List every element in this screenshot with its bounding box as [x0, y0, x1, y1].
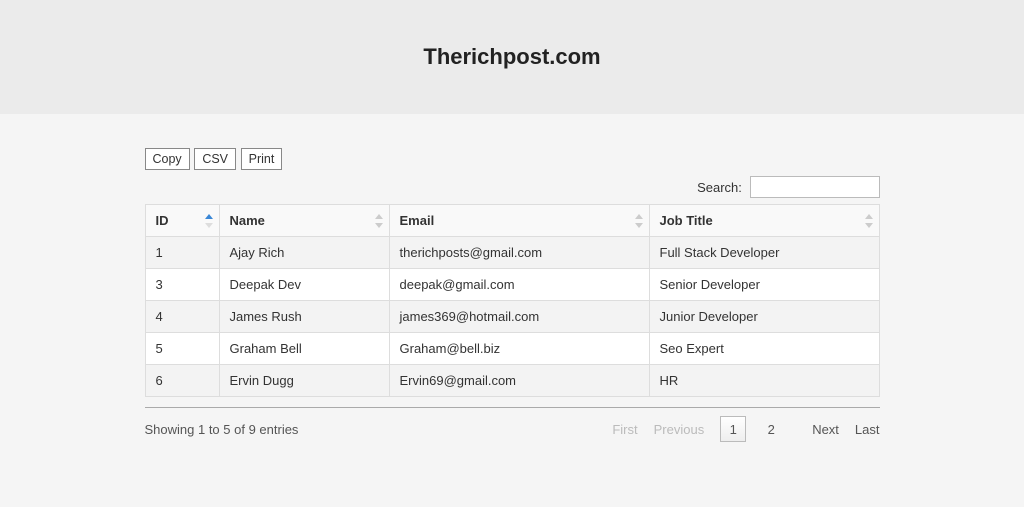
sort-icon	[205, 214, 213, 228]
page-number[interactable]: 2	[758, 416, 784, 442]
main-container: Copy CSV Print Search: ID Name Email	[145, 114, 880, 442]
cell-name: Deepak Dev	[219, 269, 389, 301]
page-header: Therichpost.com	[0, 0, 1024, 114]
cell-email: deepak@gmail.com	[389, 269, 649, 301]
cell-id: 4	[145, 301, 219, 333]
table-row[interactable]: 5Graham BellGraham@bell.bizSeo Expert	[145, 333, 879, 365]
export-toolbar: Copy CSV Print	[145, 148, 880, 170]
page-last[interactable]: Last	[855, 422, 880, 437]
column-label: ID	[156, 213, 169, 228]
pagination: First Previous 12 Next Last	[612, 416, 879, 442]
search-input[interactable]	[750, 176, 880, 198]
print-button[interactable]: Print	[241, 148, 283, 170]
table-row[interactable]: 3Deepak Devdeepak@gmail.comSenior Develo…	[145, 269, 879, 301]
cell-job: HR	[649, 365, 879, 397]
csv-button[interactable]: CSV	[194, 148, 236, 170]
column-header-job[interactable]: Job Title	[649, 205, 879, 237]
cell-email: Ervin69@gmail.com	[389, 365, 649, 397]
cell-id: 5	[145, 333, 219, 365]
cell-job: Junior Developer	[649, 301, 879, 333]
column-label: Name	[230, 213, 265, 228]
sort-icon	[635, 214, 643, 228]
table-footer: Showing 1 to 5 of 9 entries First Previo…	[145, 407, 880, 442]
page-first[interactable]: First	[612, 422, 637, 437]
page-previous[interactable]: Previous	[654, 422, 705, 437]
cell-email: therichposts@gmail.com	[389, 237, 649, 269]
table-row[interactable]: 4James Rushjames369@hotmail.comJunior De…	[145, 301, 879, 333]
data-table: ID Name Email Job Title 1Ajay Richtheric…	[145, 204, 880, 397]
table-row[interactable]: 6Ervin DuggErvin69@gmail.comHR	[145, 365, 879, 397]
column-label: Email	[400, 213, 435, 228]
cell-email: Graham@bell.biz	[389, 333, 649, 365]
page-title: Therichpost.com	[423, 44, 600, 70]
cell-job: Full Stack Developer	[649, 237, 879, 269]
cell-id: 6	[145, 365, 219, 397]
table-info: Showing 1 to 5 of 9 entries	[145, 422, 299, 437]
cell-job: Seo Expert	[649, 333, 879, 365]
cell-id: 1	[145, 237, 219, 269]
cell-name: James Rush	[219, 301, 389, 333]
column-header-id[interactable]: ID	[145, 205, 219, 237]
column-header-email[interactable]: Email	[389, 205, 649, 237]
copy-button[interactable]: Copy	[145, 148, 190, 170]
table-body: 1Ajay Richtherichposts@gmail.comFull Sta…	[145, 237, 879, 397]
column-label: Job Title	[660, 213, 713, 228]
cell-email: james369@hotmail.com	[389, 301, 649, 333]
sort-icon	[375, 214, 383, 228]
page-next[interactable]: Next	[812, 422, 839, 437]
sort-icon	[865, 214, 873, 228]
cell-name: Ervin Dugg	[219, 365, 389, 397]
cell-job: Senior Developer	[649, 269, 879, 301]
cell-name: Ajay Rich	[219, 237, 389, 269]
page-number[interactable]: 1	[720, 416, 746, 442]
column-header-name[interactable]: Name	[219, 205, 389, 237]
table-row[interactable]: 1Ajay Richtherichposts@gmail.comFull Sta…	[145, 237, 879, 269]
search-label: Search:	[697, 180, 742, 195]
table-header-row: ID Name Email Job Title	[145, 205, 879, 237]
cell-id: 3	[145, 269, 219, 301]
cell-name: Graham Bell	[219, 333, 389, 365]
search-wrap: Search:	[145, 176, 880, 198]
